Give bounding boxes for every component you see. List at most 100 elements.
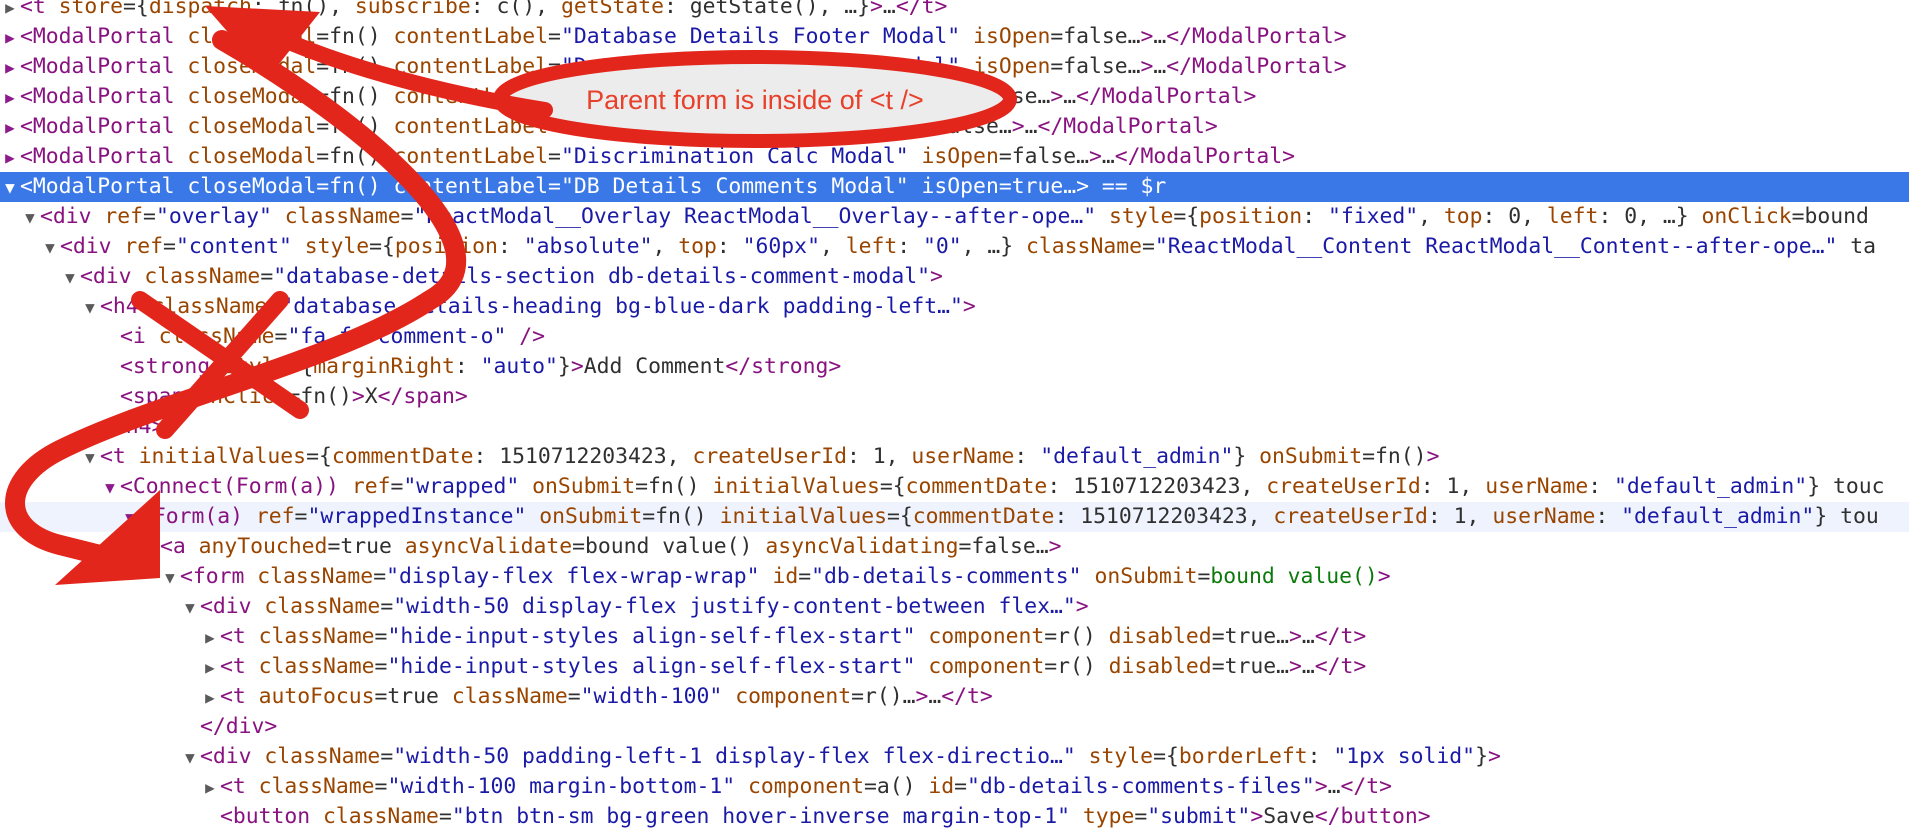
token-plain: } touc — [1807, 474, 1885, 499]
tree-row[interactable]: <strong style={marginRight: "auto"}>Add … — [0, 352, 1909, 382]
token-nm: component — [928, 624, 1045, 649]
token-eq: = — [548, 54, 561, 79]
token-tg: > — [1377, 564, 1391, 589]
token-nm: top — [1443, 204, 1483, 229]
token-plain: , — [819, 234, 846, 259]
token-nm: onSubmit — [539, 504, 643, 529]
token-eq: =fn() — [316, 114, 394, 139]
tree-row[interactable]: ▶ <ModalPortal closeModal=fn() contentLab… — [0, 142, 1909, 172]
expand-triangle-open-icon[interactable]: ▼ — [80, 293, 100, 322]
tree-row[interactable]: ▶ <t className="width-100 margin-bottom-1… — [0, 772, 1909, 802]
token-plain: … — [1301, 624, 1315, 649]
tree-row[interactable]: </h4> — [0, 412, 1909, 442]
tree-row[interactable]: ▼ <ModalPortal closeModal=fn() contentLab… — [0, 172, 1909, 202]
token-tg: > — [1314, 774, 1328, 799]
token-nm: className — [323, 804, 439, 829]
tree-row[interactable]: </div> — [0, 712, 1909, 742]
token-nm: className — [144, 264, 261, 289]
token-nm: position — [1199, 204, 1303, 229]
token-tg: </button> — [1314, 804, 1431, 829]
token-eq: = — [143, 204, 156, 229]
tree-row[interactable]: ▶ <t className="hide-input-styles align-s… — [0, 652, 1909, 682]
token-eq: = — [438, 804, 452, 829]
token-nm: className — [264, 744, 381, 769]
token-nm: asyncValidate — [404, 534, 573, 559]
token-eq: =a() — [863, 774, 929, 799]
token-str: "DB Details Comments Modal" — [560, 174, 909, 199]
token-tg: <t — [100, 444, 139, 469]
expand-triangle-open-icon[interactable]: ▼ — [140, 533, 160, 562]
expand-triangle-open-icon[interactable]: ▼ — [40, 233, 60, 262]
token-nm: component — [748, 774, 864, 799]
expand-triangle-open-icon[interactable]: ▼ — [80, 443, 100, 472]
tree-row[interactable]: ▼ <t initialValues={commentDate: 15107122… — [0, 442, 1909, 472]
tree-row[interactable]: ▼ <div ref="overlay" className="ReactModa… — [0, 202, 1909, 232]
expand-triangle-closed-icon[interactable]: ▶ — [200, 653, 220, 682]
tree-row[interactable]: ▶ <t className="hide-input-styles align-s… — [0, 622, 1909, 652]
token-plain: … — [1327, 774, 1341, 799]
expand-triangle-closed-icon[interactable]: ▶ — [200, 683, 220, 712]
tree-row[interactable]: ▶ <ModalPortal closeModal=fn() contentLab… — [0, 22, 1909, 52]
expand-triangle-open-icon[interactable]: ▼ — [160, 563, 180, 592]
token-tg: </strong> — [725, 354, 842, 379]
expand-triangle-closed-icon[interactable]: ▶ — [0, 53, 20, 82]
tree-row[interactable]: <i className="fa fa-comment-o" /> — [0, 322, 1909, 352]
tree-row[interactable]: ▼ <Connect(Form(a)) ref="wrapped" onSubmi… — [0, 472, 1909, 502]
tree-row[interactable]: ▼ <div className="width-50 display-flex j… — [0, 592, 1909, 622]
token-nm: userName — [911, 444, 1015, 469]
expand-triangle-open-icon[interactable]: ▼ — [180, 593, 200, 622]
tree-row[interactable]: ▼ <a anyTouched=true asyncValidate=bound … — [0, 532, 1909, 562]
token-nm: top — [678, 234, 717, 259]
tree-row[interactable]: ▼ <form className="display-flex flex-wrap… — [0, 562, 1909, 592]
token-plain: , — [1418, 204, 1444, 229]
tree-row[interactable]: ▼ <div ref="content" style={position: "ab… — [0, 232, 1909, 262]
expand-triangle-closed-icon[interactable]: ▶ — [0, 0, 20, 22]
tree-row[interactable]: ▼ <div className="width-50 padding-left-1… — [0, 742, 1909, 772]
expand-triangle-closed-icon[interactable]: ▶ — [0, 23, 20, 52]
tree-row[interactable]: ▶ <t autoFocus=true className="width-100"… — [0, 682, 1909, 712]
tree-row[interactable]: ▶ <t store={dispatch: fn(), subscribe: c(… — [0, 0, 1909, 22]
expand-triangle-closed-icon[interactable]: ▶ — [0, 143, 20, 172]
expand-triangle-open-icon[interactable]: ▼ — [20, 203, 40, 232]
tree-row[interactable]: <button className="btn btn-sm bg-green h… — [0, 802, 1909, 832]
expand-triangle-closed-icon[interactable]: ▶ — [0, 113, 20, 142]
token-str: "wrappedInstance" — [307, 504, 527, 529]
token-tg: <div — [40, 204, 105, 229]
token-eq: =false… — [1050, 54, 1141, 79]
tree-row[interactable]: ▼ <div className="database-details-sectio… — [0, 262, 1909, 292]
expand-triangle-closed-icon[interactable]: ▶ — [200, 623, 220, 652]
tree-row[interactable]: ▼ <h4 className="database-details-heading… — [0, 292, 1909, 322]
expand-triangle-open-icon[interactable]: ▼ — [0, 173, 20, 202]
token-eq: =r() — [1044, 624, 1109, 649]
token-nm: isOpen — [973, 24, 1051, 49]
token-eq: = — [548, 174, 561, 199]
expand-triangle-closed-icon[interactable]: ▶ — [0, 83, 20, 112]
expand-triangle-open-icon[interactable]: ▼ — [60, 263, 80, 292]
expand-triangle-closed-icon[interactable]: ▶ — [200, 773, 220, 802]
token-nm: onClick — [1701, 204, 1792, 229]
token-str: "width-100" — [580, 684, 723, 709]
token-plain: : — [1302, 204, 1328, 229]
token-plain: : 0, — [1482, 204, 1547, 229]
token-nm: closeModal — [187, 144, 317, 169]
tree-row[interactable]: <span onClick=fn()>X</span> — [0, 382, 1909, 412]
token-str: "db-details-comments" — [811, 564, 1082, 589]
expand-triangle-open-icon[interactable]: ▼ — [100, 473, 120, 502]
expand-triangle-open-icon[interactable]: ▼ — [180, 743, 200, 772]
token-plain: Save — [1263, 804, 1315, 829]
token-eq: =fn() — [316, 24, 394, 49]
token-tg: <ModalPortal — [20, 174, 188, 199]
token-str: "display-flex flex-wrap-wrap" — [386, 564, 760, 589]
token-plain: ta — [1837, 234, 1877, 259]
tree-row[interactable]: ▼ <Form(a) ref="wrappedInstance" onSubmit… — [0, 502, 1909, 532]
annotation-label: Parent form is inside of <t /> — [586, 85, 924, 115]
token-nm: style — [304, 234, 370, 259]
expand-triangle-open-icon[interactable]: ▼ — [120, 503, 140, 532]
token-nm: ref — [351, 474, 391, 499]
